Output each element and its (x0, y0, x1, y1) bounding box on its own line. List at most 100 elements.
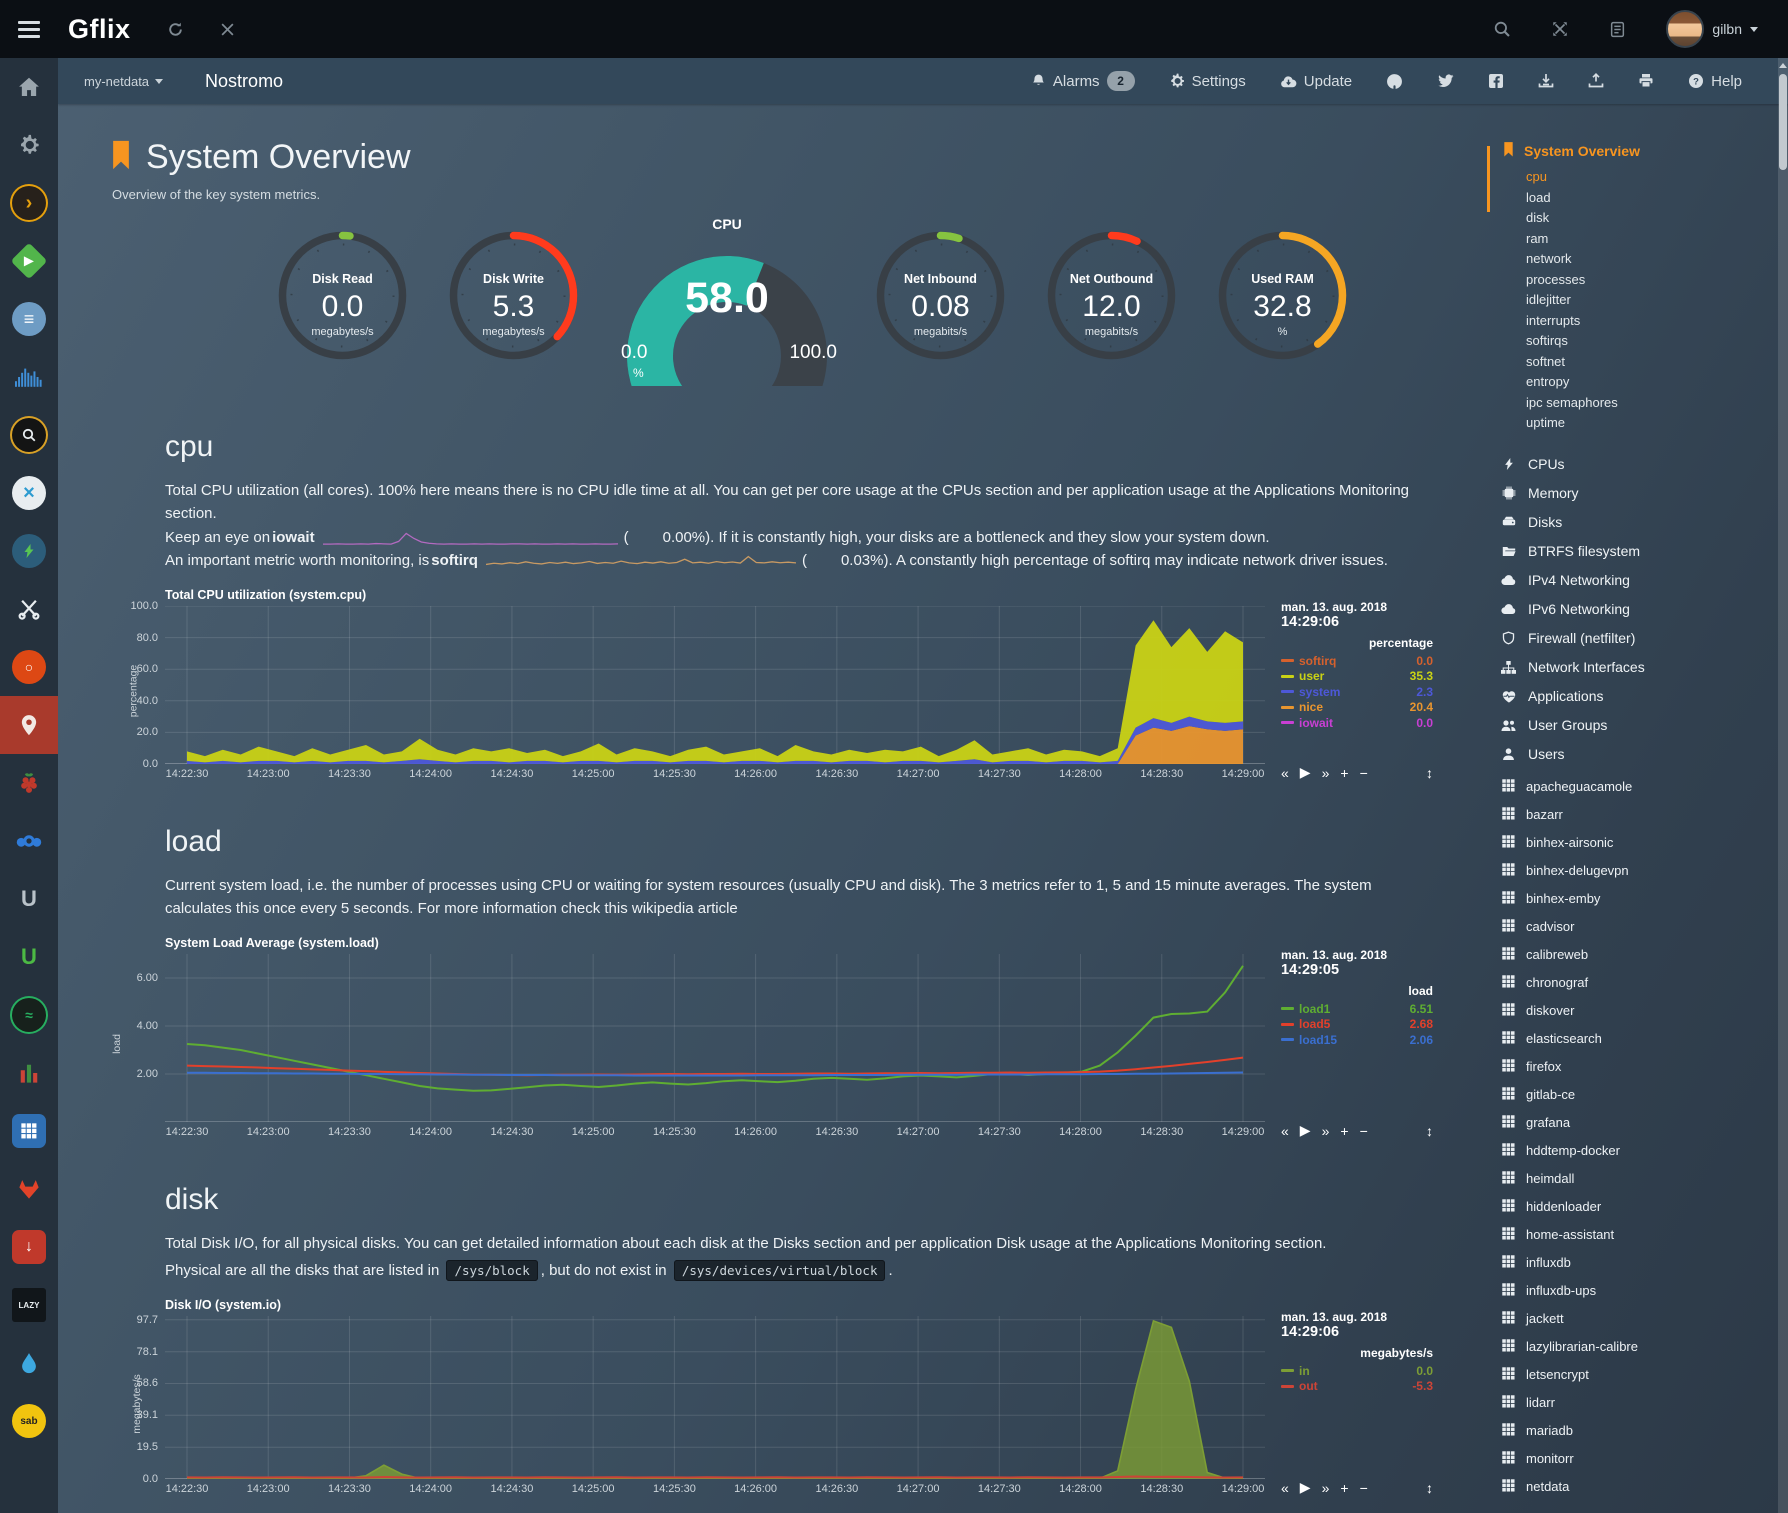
menu-app-cadvisor[interactable]: cadvisor (1492, 913, 1788, 941)
pan-forward-icon[interactable]: » (1322, 1480, 1330, 1496)
play-icon[interactable]: ▶ (1300, 1122, 1311, 1139)
chart-toolbar[interactable]: «▶»+−↕ (1281, 1479, 1433, 1498)
hamburger-menu-icon[interactable] (0, 0, 58, 58)
menu-section-user-groups[interactable]: User Groups (1492, 711, 1788, 740)
legend-load5[interactable]: load5 2.68 (1281, 1017, 1433, 1033)
chart-toolbar[interactable]: « ▶ » +− ↕ (1281, 1122, 1433, 1141)
legend-load1[interactable]: load1 6.51 (1281, 1001, 1433, 1017)
chart-plot-area[interactable]: load 6.004.002.00 (165, 954, 1265, 1122)
menu-app-bazarr[interactable]: bazarr (1492, 801, 1788, 829)
menu-sub-network[interactable]: network (1492, 249, 1788, 270)
settings-gear-icon[interactable] (0, 116, 58, 174)
chart-plot-area[interactable]: percentage 100.080.060.040.020.00.0 (165, 606, 1265, 764)
legend-user[interactable]: user 35.3 (1281, 669, 1433, 685)
menu-app-influxdb-ups[interactable]: influxdb-ups (1492, 1277, 1788, 1305)
menu-section-network-interfaces[interactable]: Network Interfaces (1492, 653, 1788, 682)
menu-sub-load[interactable]: load (1492, 188, 1788, 209)
user-menu[interactable]: gilbn (1666, 10, 1758, 48)
resize-icon[interactable]: ↕ (1426, 1480, 1433, 1496)
menu-system-overview[interactable]: System Overview (1492, 142, 1788, 160)
organizr-scissors-icon[interactable] (0, 580, 58, 638)
blue-tile-icon[interactable] (0, 1102, 58, 1160)
menu-sub-uptime[interactable]: uptime (1492, 413, 1788, 434)
gauge-disk-read[interactable]: Disk Read 0.0 megabytes/s (275, 228, 410, 388)
home-icon[interactable] (0, 58, 58, 116)
update-button[interactable]: Update (1280, 73, 1352, 90)
menu-app-lidarr[interactable]: lidarr (1492, 1389, 1788, 1417)
legend-load15[interactable]: load15 2.06 (1281, 1032, 1433, 1048)
menu-app-binhex-delugevpn[interactable]: binhex-delugevpn (1492, 857, 1788, 885)
lazylibrarian-icon[interactable]: LAZY (0, 1276, 58, 1334)
gauge-net-inbound[interactable]: Net Inbound 0.08 megabits/s (873, 228, 1008, 388)
pan-backward-icon[interactable]: « (1281, 1123, 1289, 1139)
menu-sub-idlejitter[interactable]: idlejitter (1492, 290, 1788, 311)
help-button[interactable]: ? Help (1688, 73, 1742, 90)
menu-app-jackett[interactable]: jackett (1492, 1305, 1788, 1333)
menu-app-netdata[interactable]: netdata (1492, 1473, 1788, 1501)
scrollbar-thumb[interactable] (1779, 74, 1787, 170)
nextcloud-dots-icon[interactable] (0, 812, 58, 870)
sabnzbd-icon[interactable]: sab (0, 1392, 58, 1450)
zoom-out-icon[interactable]: − (1360, 1480, 1368, 1496)
zoom-in-icon[interactable]: + (1340, 1480, 1348, 1496)
menu-section-firewall-netfilter-[interactable]: Firewall (netfilter) (1492, 624, 1788, 653)
close-icon[interactable] (220, 22, 235, 37)
menu-app-hiddenloader[interactable]: hiddenloader (1492, 1193, 1788, 1221)
dark-circle-icon[interactable]: ≈ (0, 986, 58, 1044)
airsonic-waveform-icon[interactable] (0, 348, 58, 406)
alarms-button[interactable]: Alarms 2 (1031, 71, 1135, 91)
chart-plot-area[interactable]: megabytes/s 97.778.158.639.119.50.0 (165, 1316, 1265, 1479)
search-icon[interactable] (1493, 20, 1511, 38)
legend-iowait[interactable]: iowait 0.0 (1281, 715, 1433, 731)
legend-nice[interactable]: nice 20.4 (1281, 700, 1433, 716)
play-icon[interactable]: ▶ (1300, 764, 1311, 781)
changelog-book-icon[interactable] (1609, 21, 1626, 38)
facebook-icon[interactable] (1488, 73, 1504, 89)
raspberrypi-icon[interactable] (0, 754, 58, 812)
github-icon[interactable] (1386, 73, 1403, 90)
menu-sub-entropy[interactable]: entropy (1492, 372, 1788, 393)
ombi-x-icon[interactable]: × (0, 464, 58, 522)
plex-icon[interactable]: › (0, 174, 58, 232)
menu-app-lazylibrarian-calibre[interactable]: lazylibrarian-calibre (1492, 1333, 1788, 1361)
menu-app-grafana[interactable]: grafana (1492, 1109, 1788, 1137)
menu-section-memory[interactable]: Memory (1492, 479, 1788, 508)
menu-app-letsencrypt[interactable]: letsencrypt (1492, 1361, 1788, 1389)
zoom-out-icon[interactable]: − (1360, 1123, 1368, 1139)
chart-toolbar[interactable]: «▶»+−↕ (1281, 764, 1433, 783)
import-snapshot-icon[interactable] (1538, 73, 1554, 89)
settings-button[interactable]: Settings (1169, 73, 1246, 90)
legend-system[interactable]: system 2.3 (1281, 684, 1433, 700)
library-books-icon[interactable]: ≡ (0, 290, 58, 348)
server-dropdown[interactable]: my-netdata (84, 74, 163, 89)
page-scrollbar[interactable] (1778, 58, 1788, 1513)
menu-app-heimdall[interactable]: heimdall (1492, 1165, 1788, 1193)
legend-softirq[interactable]: softirq 0.0 (1281, 653, 1433, 669)
menu-app-binhex-airsonic[interactable]: binhex-airsonic (1492, 829, 1788, 857)
emby-icon[interactable]: ▶ (0, 232, 58, 290)
menu-sub-ipc-semaphores[interactable]: ipc semaphores (1492, 393, 1788, 414)
resize-icon[interactable]: ↕ (1426, 1123, 1433, 1139)
menu-app-gitlab-ce[interactable]: gitlab-ce (1492, 1081, 1788, 1109)
jackett-search-icon[interactable] (0, 406, 58, 464)
pan-backward-icon[interactable]: « (1281, 765, 1289, 781)
stats-bars-icon[interactable] (0, 1044, 58, 1102)
menu-sub-processes[interactable]: processes (1492, 270, 1788, 291)
gauge-used-ram[interactable]: Used RAM 32.8 % (1215, 228, 1350, 388)
menu-app-chronograf[interactable]: chronograf (1492, 969, 1788, 997)
legend-out[interactable]: out -5.3 (1281, 1379, 1433, 1395)
menu-app-influxdb[interactable]: influxdb (1492, 1249, 1788, 1277)
zoom-in-icon[interactable]: + (1340, 1123, 1348, 1139)
pan-forward-icon[interactable]: » (1322, 1123, 1330, 1139)
menu-app-calibreweb[interactable]: calibreweb (1492, 941, 1788, 969)
resize-icon[interactable]: ↕ (1426, 765, 1433, 781)
menu-app-home-assistant[interactable]: home-assistant (1492, 1221, 1788, 1249)
play-icon[interactable]: ▶ (1300, 1479, 1311, 1496)
zoom-in-icon[interactable]: + (1340, 765, 1348, 781)
menu-sub-ram[interactable]: ram (1492, 229, 1788, 250)
menu-sub-softirqs[interactable]: softirqs (1492, 331, 1788, 352)
print-icon[interactable] (1638, 73, 1654, 89)
fullscreen-icon[interactable] (1551, 20, 1569, 38)
menu-app-diskover[interactable]: diskover (1492, 997, 1788, 1025)
menu-section-users[interactable]: Users (1492, 740, 1788, 769)
